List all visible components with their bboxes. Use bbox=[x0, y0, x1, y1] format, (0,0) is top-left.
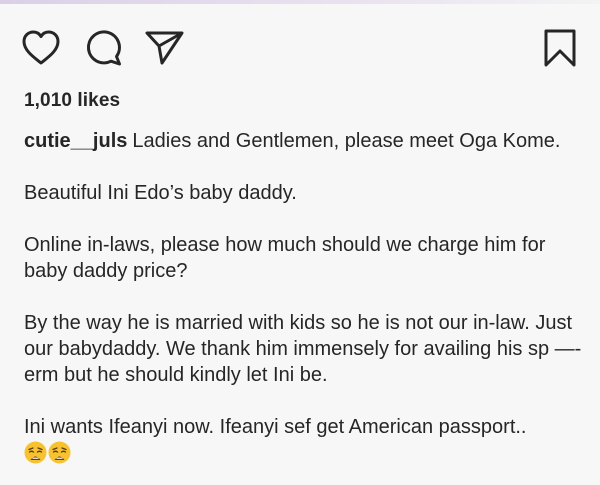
caption-emoji-row bbox=[24, 441, 584, 467]
caption-paragraph-4: By the way he is married with kids so he… bbox=[24, 312, 582, 386]
paper-plane-icon[interactable] bbox=[144, 27, 186, 67]
caption-paragraph-2: Beautiful Ini Edo’s baby daddy. bbox=[24, 182, 297, 204]
caption-line-1: Ladies and Gentlemen, please meet Oga Ko… bbox=[132, 130, 561, 152]
weary-face-emoji bbox=[24, 441, 47, 464]
comment-bubble-icon[interactable] bbox=[83, 27, 125, 67]
caption-paragraph-3: Online in-laws, please how much should w… bbox=[24, 234, 546, 282]
post-caption: cutie__juls Ladies and Gentlemen, please … bbox=[24, 128, 584, 467]
weary-face-emoji bbox=[48, 441, 71, 464]
post-action-bar bbox=[0, 24, 600, 68]
caption-first-paragraph: cutie__juls Ladies and Gentlemen, please … bbox=[24, 128, 584, 154]
top-edge-strip bbox=[0, 0, 600, 4]
caption-paragraph-5: Ini wants Ifeanyi now. Ifeanyi sef get A… bbox=[24, 416, 527, 438]
caption-username[interactable]: cutie__juls bbox=[24, 130, 127, 152]
heart-icon[interactable] bbox=[20, 28, 62, 68]
bookmark-icon[interactable] bbox=[542, 28, 578, 68]
likes-count[interactable]: 1,010 likes bbox=[24, 90, 120, 112]
